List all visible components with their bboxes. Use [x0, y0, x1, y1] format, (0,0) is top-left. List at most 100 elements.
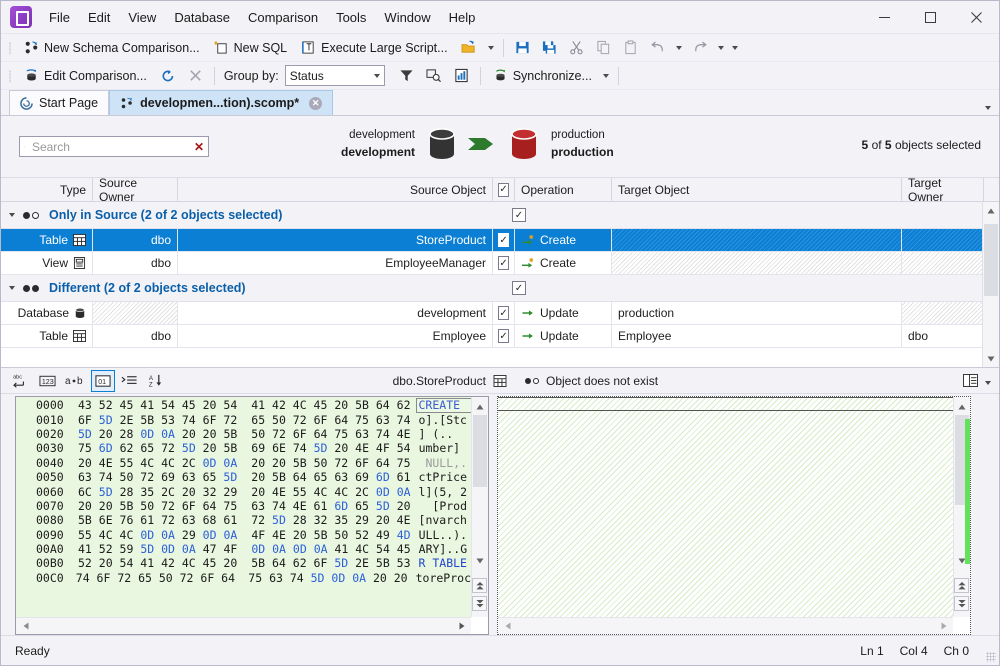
group-expander-icon[interactable] — [1, 286, 23, 290]
toolbar-gripper-2[interactable] — [6, 67, 14, 85]
undo-button[interactable] — [644, 36, 672, 60]
group-expander-icon[interactable] — [1, 213, 23, 217]
save-all-button[interactable] — [536, 36, 563, 60]
select-all-checkbox[interactable]: ✓ — [498, 182, 509, 197]
table-row[interactable]: View dbo EmployeeManager ✓ Create — [1, 252, 999, 275]
show-line-numbers-button[interactable]: 123 — [35, 370, 59, 392]
hex-row[interactable]: 0020 5D 20 28 0D 0A 20 20 5B 50 72 6F 64 7… — [32, 427, 471, 441]
scroll-right-arrow-icon[interactable] — [454, 618, 469, 635]
previous-difference-button[interactable] — [954, 578, 969, 593]
right-pane-horizontal-scrollbar[interactable] — [498, 617, 953, 634]
hex-row[interactable]: 0080 5B 6E 76 61 72 63 68 61 72 5D 28 32 3… — [32, 513, 471, 527]
menu-window[interactable]: Window — [375, 7, 439, 28]
menu-file[interactable]: File — [40, 7, 79, 28]
column-header-operation[interactable]: Operation — [515, 178, 612, 201]
tab-overflow-chevron-down-icon[interactable] — [985, 106, 991, 110]
scroll-up-arrow-icon[interactable] — [472, 398, 487, 415]
table-row[interactable]: Table dbo StoreProduct ✓ Create — [1, 229, 999, 252]
hex-dump-area[interactable]: 0000 43 52 45 41 54 45 20 54 41 42 4C 45 2… — [16, 397, 471, 617]
next-difference-button[interactable] — [472, 596, 487, 611]
cell-row-checkbox[interactable]: ✓ — [493, 252, 515, 274]
menu-database[interactable]: Database — [165, 7, 239, 28]
scroll-up-arrow-icon[interactable] — [954, 398, 969, 415]
row-checkbox[interactable]: ✓ — [498, 256, 509, 270]
tab-schema-comparison[interactable]: developmen...tion).scomp* ✕ — [109, 90, 334, 115]
search-input[interactable] — [29, 138, 189, 155]
cell-row-checkbox[interactable]: ✓ — [493, 325, 515, 347]
grid-scrollbar-thumb[interactable] — [984, 224, 998, 296]
left-diff-pane[interactable]: 0000 43 52 45 41 54 45 20 54 41 42 4C 45 2… — [15, 396, 489, 635]
save-button[interactable] — [509, 36, 536, 60]
group-checkbox-cell[interactable]: ✓ — [508, 281, 530, 295]
filter-button[interactable] — [393, 64, 420, 88]
undo-dropdown[interactable] — [672, 36, 686, 60]
scroll-down-arrow-icon[interactable] — [983, 350, 999, 367]
right-pane-chevron-down-icon[interactable] — [985, 374, 991, 388]
close-button[interactable] — [953, 1, 999, 34]
row-checkbox[interactable]: ✓ — [498, 306, 509, 320]
tab-start-page[interactable]: Start Page — [9, 90, 110, 115]
table-row[interactable]: Table dbo Employee ✓ Update Employee dbo — [1, 325, 999, 348]
hex-row[interactable]: 00C0 74 6F 72 65 50 72 6F 64 75 63 74 5D 0… — [32, 571, 471, 585]
column-header-select-all[interactable]: ✓ — [493, 178, 515, 201]
hex-row[interactable]: 0060 6C 5D 28 35 2C 20 32 29 20 4E 55 4C 4… — [32, 484, 471, 499]
clear-search-icon[interactable]: ✕ — [194, 140, 204, 154]
menu-view[interactable]: View — [119, 7, 165, 28]
group-checkbox-cell[interactable]: ✓ — [508, 208, 530, 222]
right-diff-pane[interactable] — [497, 396, 971, 635]
minimize-button[interactable] — [861, 1, 907, 34]
copy-button[interactable] — [590, 36, 617, 60]
hex-row[interactable]: 00B0 52 20 54 41 42 4C 45 20 5B 64 62 6F 5… — [32, 556, 471, 570]
hex-row[interactable]: 0030 75 6D 62 65 72 5D 20 5B 69 6E 74 5D 2… — [32, 441, 471, 455]
refresh-button[interactable] — [154, 64, 182, 88]
redo-button[interactable] — [686, 36, 714, 60]
new-sql-button[interactable]: New SQL — [207, 36, 295, 60]
grid-vertical-scrollbar[interactable] — [982, 202, 999, 367]
column-header-source-object[interactable]: Source Object — [178, 178, 493, 201]
open-folder-dropdown[interactable] — [484, 36, 498, 60]
cut-button[interactable] — [563, 36, 590, 60]
find-object-button[interactable] — [420, 64, 448, 88]
group-checkbox[interactable]: ✓ — [512, 281, 526, 295]
hex-row[interactable]: 00A0 41 52 59 5D 0D 0A 47 4F 0D 0A 0D 0A 4… — [32, 542, 471, 556]
hex-row[interactable]: 0070 20 20 5B 50 72 6F 64 75 63 74 4E 61 6… — [32, 499, 471, 513]
paste-button[interactable] — [617, 36, 644, 60]
scroll-right-arrow-icon[interactable] — [936, 618, 951, 635]
menu-edit[interactable]: Edit — [79, 7, 119, 28]
group-row-different[interactable]: Different (2 of 2 objects selected) ✓ — [1, 275, 999, 302]
toolbar-gripper[interactable] — [6, 39, 14, 57]
resize-grip-icon[interactable] — [986, 652, 996, 662]
scroll-left-arrow-icon[interactable] — [18, 618, 33, 635]
edit-comparison-button[interactable]: Edit Comparison... — [17, 64, 154, 88]
group-by-select[interactable]: Status — [284, 65, 385, 86]
cell-row-checkbox[interactable]: ✓ — [493, 229, 515, 251]
menu-tools[interactable]: Tools — [327, 7, 375, 28]
column-header-target-object[interactable]: Target Object — [612, 178, 902, 201]
maximize-button[interactable] — [907, 1, 953, 34]
hex-row[interactable]: 0000 43 52 45 41 54 45 20 54 41 42 4C 45 2… — [32, 398, 471, 412]
menu-help[interactable]: Help — [440, 7, 485, 28]
previous-difference-button[interactable] — [472, 578, 487, 593]
new-schema-comparison-button[interactable]: New Schema Comparison... — [17, 36, 207, 60]
left-pane-horizontal-scrollbar[interactable] — [16, 617, 471, 634]
outline-button[interactable] — [117, 370, 141, 392]
hex-row[interactable]: 0090 55 4C 4C 0D 0A 29 0D 0A 4F 4E 20 5B 5… — [32, 528, 471, 542]
scroll-up-arrow-icon[interactable] — [983, 202, 999, 219]
table-row[interactable]: Database development ✓ Update production — [1, 302, 999, 325]
row-checkbox[interactable]: ✓ — [498, 329, 509, 343]
scroll-left-arrow-icon[interactable] — [500, 618, 515, 635]
open-folder-button[interactable] — [455, 36, 484, 60]
tab-close-icon[interactable]: ✕ — [309, 96, 323, 110]
synchronize-dropdown[interactable] — [599, 64, 613, 88]
hex-row[interactable]: 0050 63 74 50 72 69 63 65 5D 20 5B 64 65 6… — [32, 470, 471, 484]
execute-large-script-button[interactable]: Execute Large Script... — [294, 36, 454, 60]
group-row-only-in-source[interactable]: Only in Source (2 of 2 objects selected)… — [1, 202, 999, 229]
sort-button[interactable]: A Z — [143, 370, 167, 392]
hex-view-button[interactable]: 01 — [91, 369, 115, 392]
synchronize-button[interactable]: Synchronize... — [486, 64, 599, 88]
cell-row-checkbox[interactable]: ✓ — [493, 302, 515, 324]
search-box[interactable]: ✕ — [19, 136, 209, 157]
stop-button[interactable] — [182, 64, 209, 88]
group-checkbox[interactable]: ✓ — [512, 208, 526, 222]
hex-row[interactable]: 0010 6F 5D 2E 5B 53 74 6F 72 65 50 72 6F 6… — [32, 412, 471, 427]
